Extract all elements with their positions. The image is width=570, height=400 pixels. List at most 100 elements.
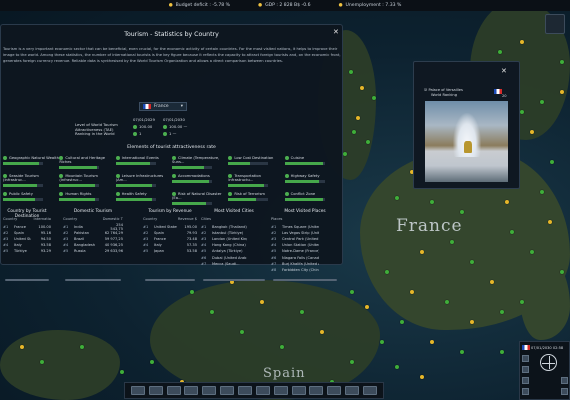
close-icon[interactable]: ✕: [333, 28, 339, 36]
table-row[interactable]: #5 Japan 53.58: [141, 248, 199, 254]
map-button[interactable]: [522, 388, 529, 395]
attractiveness-element[interactable]: Transportation Infrastructu...: [228, 174, 284, 188]
map-marker-icon[interactable]: [20, 345, 24, 349]
attractiveness-element[interactable]: Cuisine: [284, 156, 341, 170]
map-marker-icon[interactable]: [470, 320, 474, 324]
map-marker-icon[interactable]: [470, 260, 474, 264]
horizontal-scrollbar[interactable]: [273, 279, 337, 281]
attractiveness-element[interactable]: Health Safety: [115, 192, 172, 206]
attractiveness-element[interactable]: Mountain Tourism (Infrastruc...: [59, 174, 115, 188]
map-marker-icon[interactable]: [120, 370, 124, 374]
attractiveness-element[interactable]: Cultural and Heritage Riches: [59, 156, 115, 170]
table-row[interactable]: #7 Mecca (Saudi...: [199, 261, 269, 267]
toolbar-button[interactable]: [327, 386, 342, 395]
france-flag-icon[interactable]: [522, 345, 530, 350]
attractiveness-element[interactable]: Human Rights: [59, 192, 115, 206]
compass-icon[interactable]: [540, 354, 557, 371]
map-marker-icon[interactable]: [430, 200, 434, 204]
attractiveness-element[interactable]: Risk of Terrorism: [228, 192, 284, 206]
budget-indicator[interactable]: ● Budget deficit : -5.78 %: [169, 3, 230, 8]
close-icon[interactable]: ✕: [501, 67, 507, 75]
map-marker-icon[interactable]: [343, 152, 347, 156]
attractiveness-element[interactable]: Low Cost Destination: [228, 156, 284, 170]
horizontal-scrollbar[interactable]: [5, 279, 49, 281]
attractiveness-element[interactable]: Leisure Infrastructures (Am...: [115, 174, 172, 188]
attractiveness-element[interactable]: Risk of Natural Disaster (Ea...: [171, 192, 228, 206]
map-marker-icon[interactable]: [560, 60, 564, 64]
toolbar-button[interactable]: [309, 386, 324, 395]
attractiveness-element[interactable]: International Events: [115, 156, 172, 170]
map-marker-icon[interactable]: [420, 375, 424, 379]
map-marker-icon[interactable]: [385, 270, 389, 274]
attractiveness-element[interactable]: Seaside Tourism (Infrastruc...: [3, 174, 59, 188]
map-marker-icon[interactable]: [520, 110, 524, 114]
map-marker-icon[interactable]: [395, 196, 399, 200]
map-marker-icon[interactable]: [430, 340, 434, 344]
map-marker-icon[interactable]: [520, 40, 524, 44]
table-row[interactable]: #5 Türkiye 93.29: [1, 248, 53, 254]
toolbar-button[interactable]: [202, 386, 217, 395]
map-marker-icon[interactable]: [350, 360, 354, 364]
toolbar-button[interactable]: [130, 386, 145, 395]
map-marker-icon[interactable]: [300, 310, 304, 314]
map-marker-icon[interactable]: [280, 345, 284, 349]
map-marker-icon[interactable]: [380, 340, 384, 344]
horizontal-scrollbar[interactable]: [65, 279, 121, 281]
toolbar-button[interactable]: [345, 386, 360, 395]
zoom-in-button[interactable]: [561, 377, 568, 384]
attractiveness-element[interactable]: Public Safety: [3, 192, 59, 206]
map-marker-icon[interactable]: [548, 220, 552, 224]
map-marker-icon[interactable]: [460, 210, 464, 214]
country-select[interactable]: France ▾: [139, 102, 187, 111]
map-marker-icon[interactable]: [460, 350, 464, 354]
map-marker-icon[interactable]: [505, 200, 509, 204]
map-marker-icon[interactable]: [410, 290, 414, 294]
map-marker-icon[interactable]: [530, 250, 534, 254]
map-marker-icon[interactable]: [260, 300, 264, 304]
horizontal-scrollbar[interactable]: [203, 279, 265, 281]
toolbar-button[interactable]: [148, 386, 163, 395]
map-marker-icon[interactable]: [395, 365, 399, 369]
map-marker-icon[interactable]: [40, 360, 44, 364]
table-row[interactable]: #5 Russia 29 633,96: [61, 248, 125, 254]
toolbar-button[interactable]: [362, 386, 377, 395]
map-marker-icon[interactable]: [420, 250, 424, 254]
map-marker-icon[interactable]: [450, 240, 454, 244]
map-marker-icon[interactable]: [356, 116, 360, 120]
map-marker-icon[interactable]: [150, 360, 154, 364]
attractiveness-element[interactable]: Accommodations: [171, 174, 228, 188]
map-marker-icon[interactable]: [520, 300, 524, 304]
map-marker-icon[interactable]: [540, 100, 544, 104]
map-marker-icon[interactable]: [210, 310, 214, 314]
map-button[interactable]: [522, 377, 529, 384]
map-marker-icon[interactable]: [350, 290, 354, 294]
unemployment-indicator[interactable]: ● Unemployment : 7.33 %: [339, 3, 402, 8]
map-marker-icon[interactable]: [190, 290, 194, 294]
attractiveness-element[interactable]: Conflict Zone: [284, 192, 341, 206]
toolbar-button[interactable]: [255, 386, 270, 395]
map-marker-icon[interactable]: [372, 96, 376, 100]
toolbar-button[interactable]: [273, 386, 288, 395]
map-marker-icon[interactable]: [365, 305, 369, 309]
horizontal-scrollbar[interactable]: [145, 279, 195, 281]
map-marker-icon[interactable]: [366, 140, 370, 144]
map-marker-icon[interactable]: [400, 320, 404, 324]
toolbar-button[interactable]: [291, 386, 306, 395]
map-marker-icon[interactable]: [240, 330, 244, 334]
map-marker-icon[interactable]: [540, 190, 544, 194]
map-marker-icon[interactable]: [445, 300, 449, 304]
map-marker-icon[interactable]: [560, 270, 564, 274]
map-marker-icon[interactable]: [490, 280, 494, 284]
attractiveness-element[interactable]: Highway Safety: [284, 174, 341, 188]
map-marker-icon[interactable]: [349, 70, 353, 74]
table-row[interactable]: #8 Forbidden City (China): [269, 267, 341, 273]
attractiveness-element[interactable]: Climate (Temperature, Suns...: [171, 156, 228, 170]
map-marker-icon[interactable]: [80, 345, 84, 349]
map-marker-icon[interactable]: [352, 130, 356, 134]
menu-button[interactable]: [545, 14, 565, 34]
toolbar-button[interactable]: [220, 386, 235, 395]
map-marker-icon[interactable]: [530, 130, 534, 134]
toolbar-button[interactable]: [184, 386, 199, 395]
toolbar-button[interactable]: [166, 386, 181, 395]
map-marker-icon[interactable]: [320, 330, 324, 334]
